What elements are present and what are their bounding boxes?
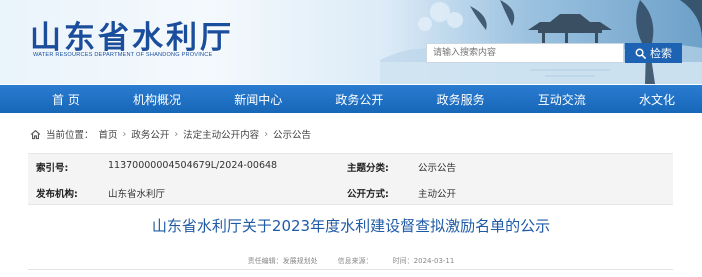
disclosure-label: 公开方式:: [347, 189, 389, 200]
home-icon: [30, 129, 41, 140]
breadcrumb-item-announcements[interactable]: 公示公告: [273, 127, 311, 141]
nav-item-home[interactable]: 首 页: [52, 91, 80, 108]
site-title[interactable]: 山东省水利厅: [30, 12, 234, 57]
publisher-label: 发布机构:: [36, 189, 78, 200]
article-editor: 责任编辑：发展规划处: [247, 257, 318, 265]
search-icon: [635, 48, 646, 59]
nav-item-services[interactable]: 政务服务: [437, 91, 485, 108]
publisher-value: 山东省水利厅: [108, 189, 166, 200]
category-value: 公示公告: [418, 163, 457, 174]
divider: [28, 269, 673, 270]
nav-item-about[interactable]: 机构概况: [133, 91, 181, 108]
breadcrumb-item-home[interactable]: 首页: [99, 127, 118, 141]
article-time: 时间：2024-03-11: [392, 257, 455, 265]
breadcrumb-item-public-affairs[interactable]: 政务公开: [131, 127, 169, 141]
nav-item-news[interactable]: 新闻中心: [234, 91, 282, 108]
breadcrumb-prefix: 当前位置：: [46, 130, 94, 141]
site-subtitle: WATER RESOURCES DEPARTMENT OF SHANDONG P…: [33, 52, 213, 58]
breadcrumb-separator: ›: [174, 128, 179, 140]
search-button-label: 检索: [650, 48, 672, 60]
search-button[interactable]: 检索: [625, 43, 682, 63]
search-input[interactable]: [426, 43, 624, 63]
index-value: 11370000004504679L/2024-00648: [108, 160, 278, 171]
disclosure-value: 主动公开: [418, 189, 457, 200]
nav-item-public-affairs[interactable]: 政务公开: [335, 91, 383, 108]
nav-item-interaction[interactable]: 互动交流: [538, 91, 586, 108]
meta-row: 发布机构: 山东省水利厅 公开方式: 主动公开: [28, 180, 673, 206]
main-nav: 首 页 机构概况 新闻中心 政务公开 政务服务 互动交流 水文化: [0, 85, 702, 113]
article-title: 山东省水利厅关于2023年度水利建设督查拟激励名单的公示: [151, 217, 551, 235]
breadcrumb-item-statutory-content[interactable]: 法定主动公开内容: [183, 127, 259, 141]
document-meta-table: 索引号: 11370000004504679L/2024-00648 主题分类:…: [28, 153, 673, 205]
header-banner: 山东省水利厅 WATER RESOURCES DEPARTMENT OF SHA…: [0, 0, 702, 84]
breadcrumb-separator: ›: [264, 128, 268, 140]
article-byline: 责任编辑：发展规划处 信息来源： 时间：2024-03-11: [0, 256, 702, 266]
article-source: 信息来源：: [337, 257, 373, 265]
breadcrumb: 当前位置： 首页 › 政务公开 › 法定主动公开内容 › 公示公告: [30, 126, 311, 142]
index-label: 索引号:: [36, 163, 69, 174]
meta-row: 索引号: 11370000004504679L/2024-00648 主题分类:…: [28, 154, 673, 180]
nav-item-water-culture[interactable]: 水文化: [639, 91, 675, 108]
category-label: 主题分类:: [347, 163, 389, 174]
breadcrumb-separator: ›: [122, 128, 127, 140]
